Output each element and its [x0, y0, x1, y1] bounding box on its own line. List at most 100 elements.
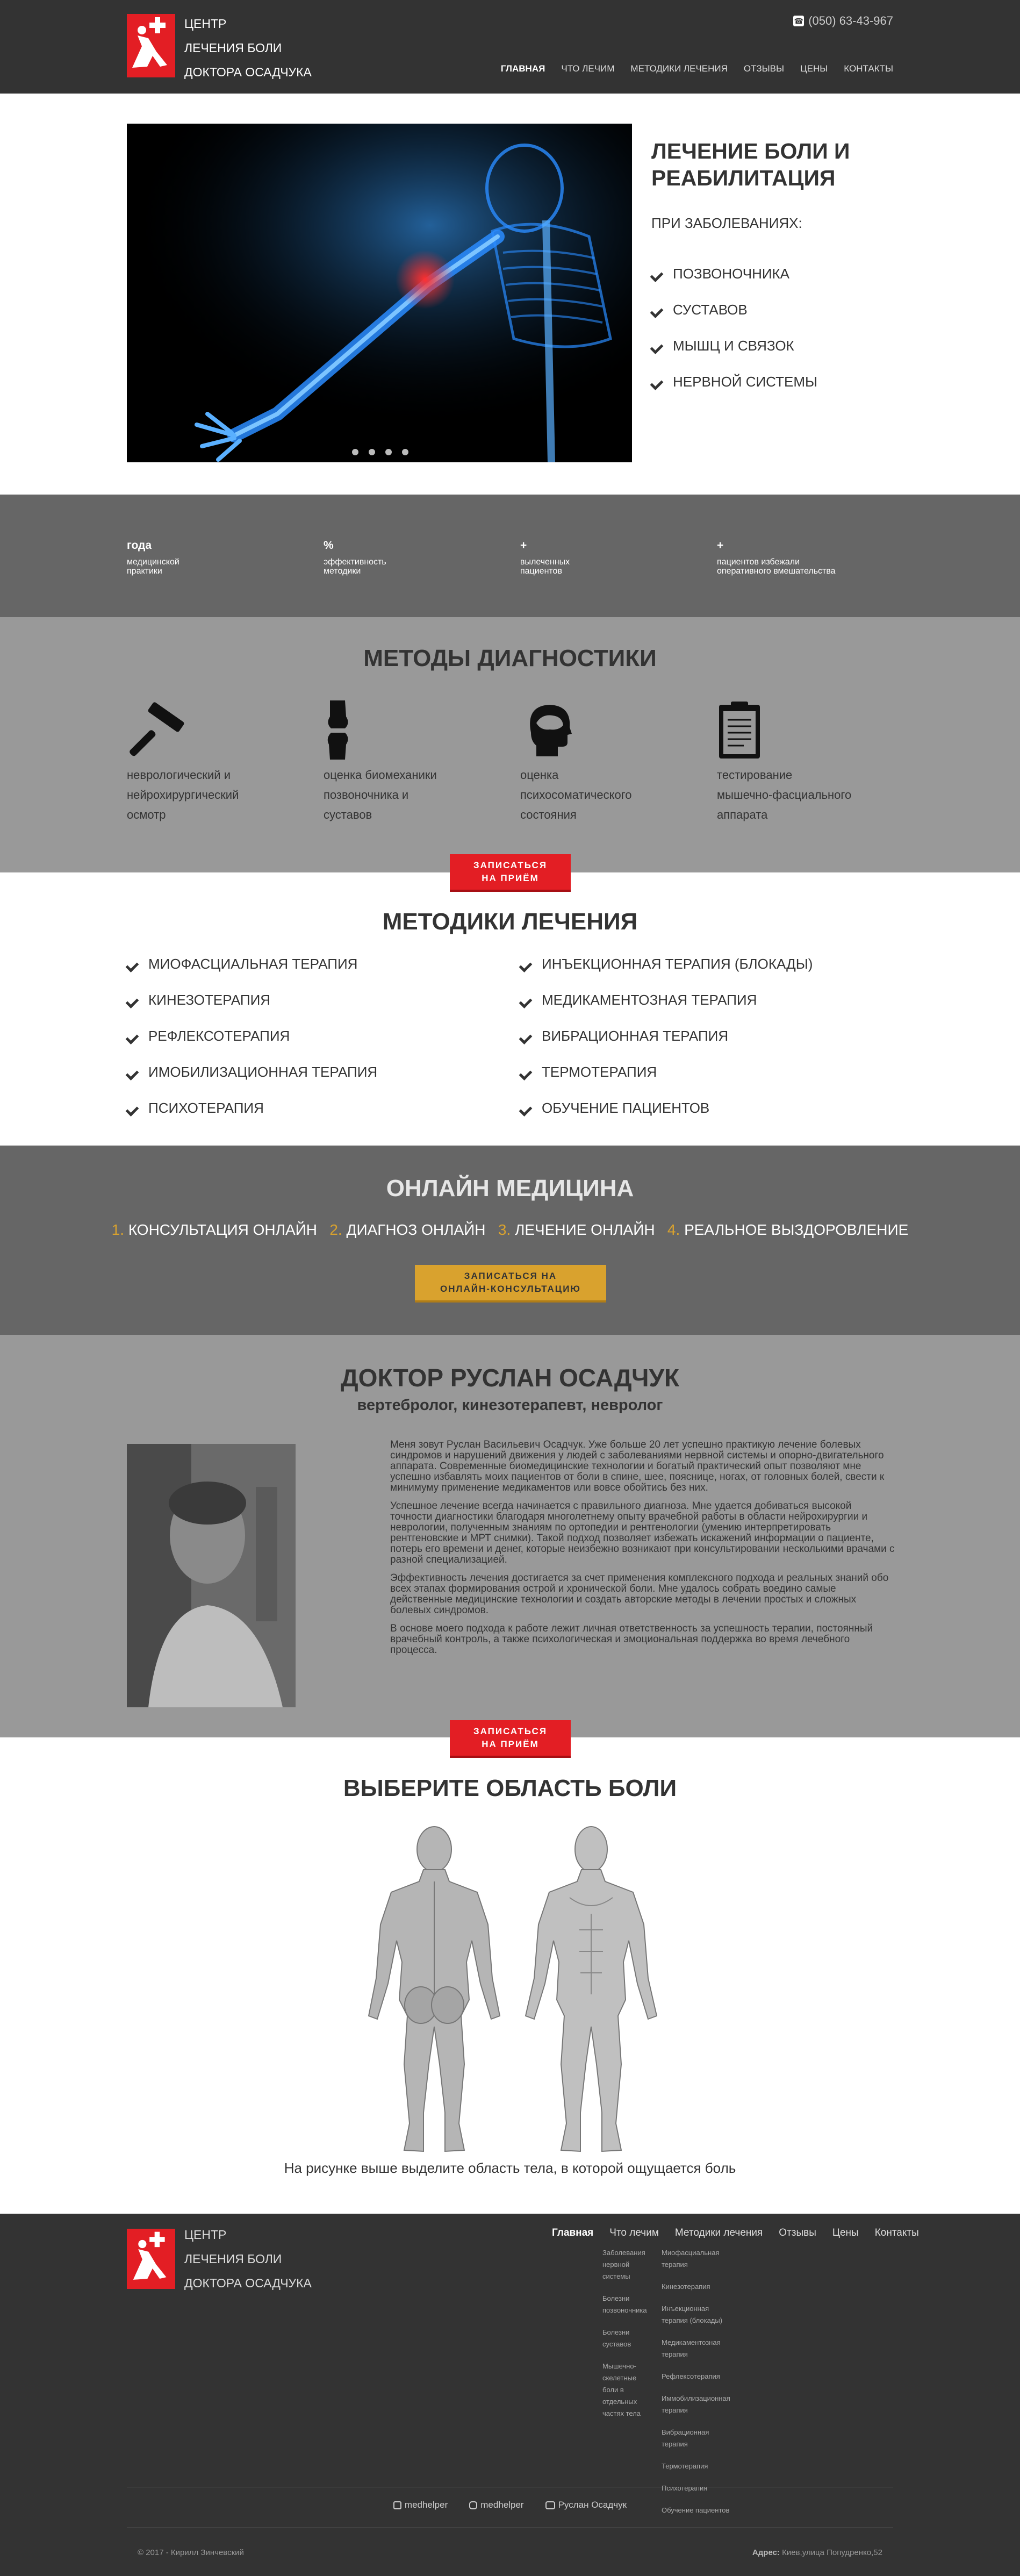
- slider-dot[interactable]: [352, 449, 358, 455]
- phone[interactable]: ☎ (050) 63-43-967: [793, 14, 893, 28]
- stat-label: пациентов: [520, 567, 562, 576]
- nav-contacts[interactable]: КОНТАКТЫ: [844, 63, 893, 74]
- footer-nav-home[interactable]: Главная: [552, 2227, 593, 2239]
- list-item-label: ТЕРМОТЕРАПИЯ: [542, 1064, 657, 1080]
- footer-nav-prices[interactable]: Цены: [832, 2227, 859, 2239]
- footer-nav-contacts[interactable]: Контакты: [875, 2227, 919, 2239]
- button-label: ЗАПИСАТЬСЯ: [473, 1726, 548, 1736]
- list-item: МЕДИКАМЕНТОЗНАЯ ТЕРАПИЯ: [520, 982, 813, 1018]
- footer-logo-text[interactable]: ЦЕНТР ЛЕЧЕНИЯ БОЛИ ДОКТОРА ОСАДЧУКА: [184, 2223, 312, 2295]
- footer-link[interactable]: Рефлексотерапия: [662, 2371, 731, 2382]
- phone-number: (050) 63-43-967: [808, 14, 893, 27]
- address-value: Киев,улица Попудренко,52: [782, 2548, 882, 2557]
- address-label: Адрес:: [752, 2548, 780, 2557]
- nav-what-we-treat[interactable]: ЧТО ЛЕЧИМ: [561, 63, 614, 74]
- bio-paragraph: Успешное лечение всегда начинается с пра…: [390, 1500, 895, 1565]
- logo-line: ДОКТОРА ОСАДЧУКА: [184, 65, 312, 79]
- list-item-label: ВИБРАЦИОННАЯ ТЕРАПИЯ: [542, 1028, 729, 1044]
- footer-link[interactable]: Миофасциальная терапия: [662, 2247, 731, 2271]
- diagnostic-method: оценка психосоматического состояния: [520, 700, 681, 825]
- stat-value: +: [717, 539, 724, 552]
- footer-link[interactable]: Психотерапия: [662, 2482, 731, 2494]
- diagnostics-title: МЕТОДЫ ДИАГНОСТИКИ: [363, 645, 657, 671]
- social-facebook[interactable]: medhelper: [393, 2500, 448, 2510]
- slider-dot[interactable]: [385, 449, 392, 455]
- social-label: medhelper: [480, 2500, 524, 2510]
- list-item: КИНЕЗОТЕРАПИЯ: [127, 982, 377, 1018]
- step-label: ДИАГНОЗ ОНЛАЙН: [346, 1221, 486, 1238]
- methods-title: МЕТОДИКИ ЛЕЧЕНИЯ: [382, 908, 638, 935]
- book-appointment-button[interactable]: ЗАПИСАТЬСЯ НА ПРИЁМ: [450, 854, 571, 892]
- slider-dot[interactable]: [369, 449, 375, 455]
- check-icon: [651, 305, 665, 316]
- stat-item: + вылеченных пациентов: [520, 539, 570, 576]
- footer-link[interactable]: Медикаментозная терапия: [662, 2337, 731, 2360]
- social-label: Руслан Осадчук: [558, 2500, 627, 2510]
- nav-home[interactable]: ГЛАВНАЯ: [501, 63, 545, 74]
- bio-paragraph: Эффективность лечения достигается за сче…: [390, 1572, 889, 1616]
- footer-link[interactable]: Болезни позвоночника: [602, 2293, 650, 2316]
- footer-nav-reviews[interactable]: Отзывы: [779, 2227, 816, 2239]
- footer-link[interactable]: Кинезотерапия: [662, 2281, 731, 2293]
- social-instagram[interactable]: medhelper: [469, 2500, 524, 2510]
- body-front-figure[interactable]: [516, 1822, 666, 2164]
- diagnostic-label: оценка: [520, 768, 559, 782]
- footer-link[interactable]: Иммобилизационная терапия: [662, 2393, 731, 2416]
- nav-methods[interactable]: МЕТОДИКИ ЛЕЧЕНИЯ: [630, 63, 727, 74]
- list-item-label: КИНЕЗОТЕРАПИЯ: [148, 992, 271, 1008]
- online-consultation-button[interactable]: ЗАПИСАТЬСЯ НА ОНЛАЙН-КОНСУЛЬТАЦИЮ: [415, 1265, 606, 1303]
- check-icon: [520, 1067, 534, 1078]
- doctor-photo: [127, 1444, 296, 1707]
- footer-link[interactable]: Болезни суставов: [602, 2327, 650, 2350]
- social-youtube[interactable]: Руслан Осадчук: [545, 2500, 627, 2510]
- diagnostic-label: состояния: [520, 808, 577, 821]
- footer-nav-what-we-treat[interactable]: Что лечим: [609, 2227, 659, 2239]
- online-title: ОНЛАЙН МЕДИЦИНА: [386, 1175, 634, 1201]
- book-appointment-button[interactable]: ЗАПИСАТЬСЯ НА ПРИЁМ: [450, 1720, 571, 1758]
- nav-prices[interactable]: ЦЕНЫ: [800, 63, 828, 74]
- footer-link[interactable]: Вибрационная терапия: [662, 2427, 731, 2450]
- stat-label: практики: [127, 567, 162, 576]
- hero-slider-image[interactable]: [127, 124, 632, 462]
- stat-value: года: [127, 539, 152, 552]
- stat-item: % эффективность методики: [324, 539, 386, 576]
- methods-list-right: ИНЪЕКЦИОННАЯ ТЕРАПИЯ (БЛОКАДЫ) МЕДИКАМЕН…: [520, 946, 813, 1126]
- stat-label: оперативного вмешательства: [717, 567, 836, 576]
- slider-dot[interactable]: [402, 449, 408, 455]
- footer-link[interactable]: Термотерапия: [662, 2460, 731, 2472]
- footer-link[interactable]: Инъекционная терапия (блокады): [662, 2303, 731, 2327]
- doctor-bio: Меня зовут Руслан Васильевич Осадчук. Уж…: [390, 1440, 895, 1663]
- list-item-label: ПОЗВОНОЧНИКА: [673, 266, 790, 282]
- list-item-label: СУСТАВОВ: [673, 302, 748, 318]
- methods-list-left: МИОФАСЦИАЛЬНАЯ ТЕРАПИЯ КИНЕЗОТЕРАПИЯ РЕФ…: [127, 946, 377, 1126]
- body-back-figure[interactable]: [359, 1822, 509, 2164]
- stat-label: вылеченных: [520, 557, 570, 567]
- check-icon: [520, 959, 534, 970]
- footer-link[interactable]: Мышечно-скелетные боли в отдельных частя…: [602, 2360, 650, 2420]
- button-label: НА ПРИЁМ: [482, 1739, 539, 1749]
- logo-cross-icon[interactable]: [127, 14, 175, 77]
- list-item: ПСИХОТЕРАПИЯ: [127, 1090, 377, 1126]
- hammer-icon: [127, 700, 186, 760]
- list-item: СУСТАВОВ: [651, 292, 817, 328]
- logo-text[interactable]: ЦЕНТР ЛЕЧЕНИЯ БОЛИ ДОКТОРА ОСАДЧУКА: [184, 12, 312, 84]
- footer-nav-methods[interactable]: Методики лечения: [675, 2227, 763, 2239]
- button-label: НА ПРИЁМ: [482, 873, 539, 883]
- step-label: РЕАЛЬНОЕ ВЫЗДОРОВЛЕНИЕ: [684, 1221, 909, 1238]
- nav-reviews[interactable]: ОТЗЫВЫ: [744, 63, 784, 74]
- hero-list: ПОЗВОНОЧНИКА СУСТАВОВ МЫШЦ И СВЯЗОК НЕРВ…: [651, 256, 817, 400]
- stat-label: медицинской: [127, 557, 179, 567]
- online-steps: 1. КОНСУЛЬТАЦИЯ ОНЛАЙН 2. ДИАГНОЗ ОНЛАЙН…: [0, 1221, 1020, 1239]
- list-item: ПОЗВОНОЧНИКА: [651, 256, 817, 292]
- check-icon: [520, 995, 534, 1006]
- stat-item: года медицинской практики: [127, 539, 179, 576]
- instagram-icon: [469, 2501, 478, 2509]
- list-item-label: ИНЪЕКЦИОННАЯ ТЕРАПИЯ (БЛОКАДЫ): [542, 956, 813, 972]
- list-item: МИОФАСЦИАЛЬНАЯ ТЕРАПИЯ: [127, 946, 377, 982]
- logo-cross-icon[interactable]: [127, 2229, 175, 2289]
- footer-link[interactable]: Заболевания нервной системы: [602, 2247, 650, 2282]
- list-item-label: НЕРВНОЙ СИСТЕМЫ: [673, 374, 817, 390]
- check-icon: [127, 1067, 141, 1078]
- check-icon: [127, 1031, 141, 1042]
- online-section: [0, 1146, 1020, 1335]
